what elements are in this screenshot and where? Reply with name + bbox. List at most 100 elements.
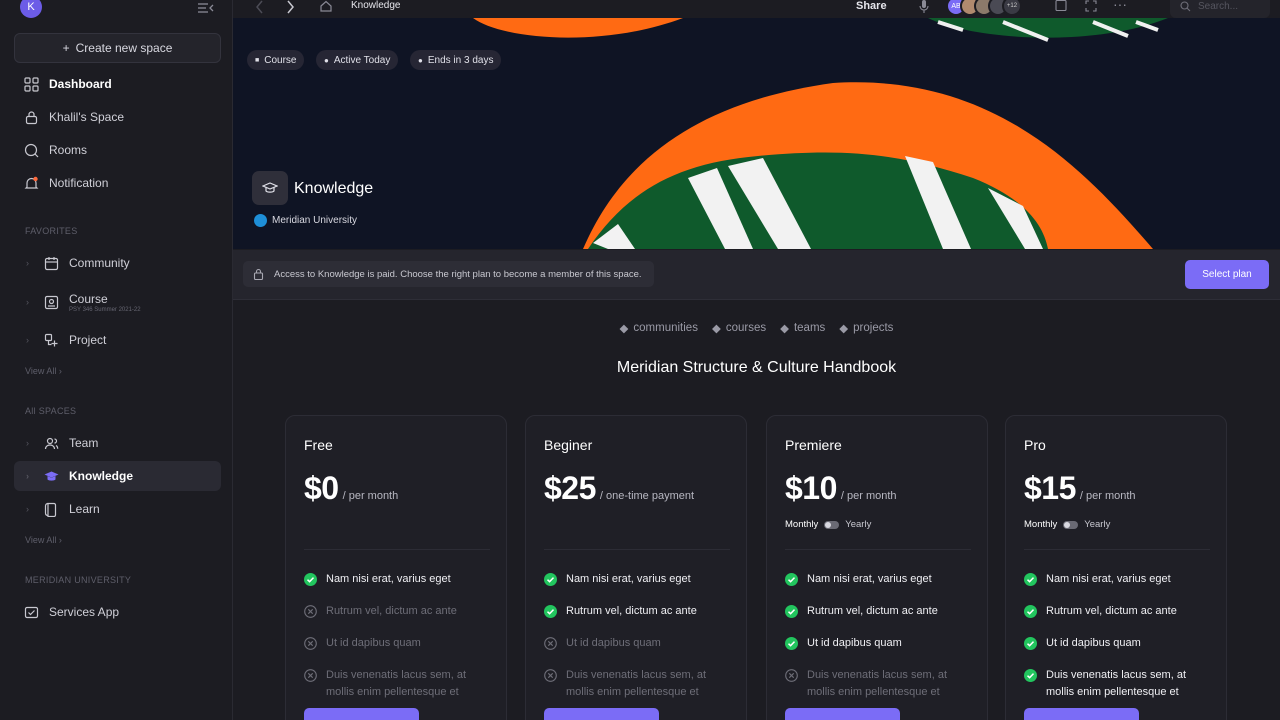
nav-dashboard[interactable]: Dashboard xyxy=(14,70,221,98)
check-circle-icon xyxy=(1024,571,1037,592)
feature-text: Ut id dapibus quam xyxy=(566,637,661,649)
share-button[interactable]: Share xyxy=(856,0,887,12)
member-avatars[interactable]: AB +12 xyxy=(946,0,1022,16)
spaces-view-all-link[interactable]: View All › xyxy=(25,535,62,545)
main-content: Knowledge Share AB +12 ··· Search... ■ C… xyxy=(233,0,1280,720)
favorites-view-all-link[interactable]: View All › xyxy=(25,366,62,376)
lock-icon xyxy=(253,268,264,280)
tag-icon: ◆ xyxy=(839,323,849,335)
choose-plan-button[interactable] xyxy=(1024,708,1139,720)
choose-plan-button[interactable] xyxy=(544,708,659,720)
feature-item: Ut id dapibus quam xyxy=(785,635,977,656)
space-knowledge[interactable]: › Knowledge xyxy=(14,461,221,491)
create-new-space-button[interactable]: + Create new space xyxy=(14,33,221,63)
tag-label: courses xyxy=(725,322,767,334)
feature-list: Nam nisi erat, varius eget Rutrum vel, d… xyxy=(544,571,736,712)
fav-community[interactable]: › Community xyxy=(14,249,221,277)
choose-plan-button[interactable] xyxy=(304,708,419,720)
feature-item: Duis venenatis lacus sem, at mollis enim… xyxy=(1024,667,1216,701)
x-circle-icon xyxy=(304,603,317,624)
price-period: / per month xyxy=(840,490,897,502)
feature-item: Ut id dapibus quam xyxy=(544,635,736,656)
space-knowledge-label: Knowledge xyxy=(69,469,134,483)
paid-access-notice: Access to Knowledge is paid. Choose the … xyxy=(243,261,654,287)
chevron-right-icon[interactable]: › xyxy=(26,438,34,448)
fav-course-label: Course xyxy=(69,291,108,306)
nav-rooms[interactable]: Rooms xyxy=(14,136,221,164)
search-box[interactable]: Search... xyxy=(1170,0,1270,18)
breadcrumb-current[interactable]: Knowledge xyxy=(351,0,400,11)
feature-item: Duis venenatis lacus sem, at mollis enim… xyxy=(304,667,496,701)
workspace-avatar[interactable]: K xyxy=(20,0,42,18)
sidebar: K + Create new space Dashboard Khalil's … xyxy=(0,0,233,720)
space-icon xyxy=(252,171,288,205)
check-circle-icon xyxy=(1024,667,1037,701)
tag-icon: ◆ xyxy=(780,323,789,335)
space-hero-banner: ■ Course ● Active Today ● Ends in 3 days… xyxy=(233,18,1280,249)
pricing-card-beginer: Beginer $25 / one-time payment Nam nisi … xyxy=(525,415,747,720)
check-circle-icon xyxy=(544,571,557,592)
billing-toggle[interactable] xyxy=(1063,520,1079,529)
space-learn-label: Learn xyxy=(69,502,100,516)
all-spaces-heading: All SPACES xyxy=(25,406,77,416)
billing-toggle[interactable] xyxy=(824,520,840,529)
select-plan-button[interactable]: Select plan xyxy=(1185,260,1269,289)
feature-item: Nam nisi erat, varius eget xyxy=(785,571,977,592)
price-value: $15 xyxy=(1024,470,1076,506)
tag[interactable]: ◆ projects xyxy=(839,321,893,335)
tag[interactable]: ◆ teams xyxy=(780,321,825,335)
chevron-right-icon[interactable]: › xyxy=(26,504,34,514)
more-options-icon[interactable]: ··· xyxy=(1113,0,1127,12)
bookmark-icon[interactable] xyxy=(1055,0,1067,11)
feature-item: Nam nisi erat, varius eget xyxy=(544,571,736,592)
chevron-right-icon[interactable]: › xyxy=(26,335,34,345)
price-value: $25 xyxy=(544,470,596,506)
tag-icon: ◆ xyxy=(619,323,629,335)
fav-course[interactable]: › Course PSY 346 Summer 2021-22 xyxy=(14,286,221,318)
project-icon xyxy=(44,333,58,346)
chat-icon xyxy=(24,143,39,157)
tag[interactable]: ◆ courses xyxy=(712,321,766,335)
timer-icon: ● xyxy=(418,55,423,65)
search-icon xyxy=(1180,0,1191,11)
feature-text: Duis venenatis lacus sem, at mollis enim… xyxy=(566,669,707,698)
choose-plan-button[interactable] xyxy=(785,708,900,720)
collapse-sidebar-icon[interactable] xyxy=(198,2,214,14)
pricing-card-pro: Pro $15 / per month Monthly Yearly Nam n… xyxy=(1005,415,1227,720)
check-square-icon xyxy=(24,606,39,618)
globe-icon xyxy=(254,214,267,227)
space-org[interactable]: Meridian University xyxy=(254,214,357,227)
x-circle-icon xyxy=(544,667,557,701)
feature-text: Rutrum vel, dictum ac ante xyxy=(807,605,938,617)
feature-text: Rutrum vel, dictum ac ante xyxy=(1046,605,1177,617)
check-circle-icon xyxy=(1024,603,1037,624)
space-learn[interactable]: › Learn xyxy=(14,495,221,523)
chevron-right-icon[interactable]: › xyxy=(26,297,34,307)
lock-icon xyxy=(25,110,38,124)
plan-price: $25 / one-time payment xyxy=(544,470,694,507)
feature-item: Rutrum vel, dictum ac ante xyxy=(1024,603,1216,624)
org-services-app[interactable]: Services App xyxy=(14,598,221,626)
nav-notification-label: Notification xyxy=(49,176,109,190)
chevron-right-icon[interactable]: › xyxy=(26,258,34,268)
feature-item: Rutrum vel, dictum ac ante xyxy=(304,603,496,624)
nav-notification[interactable]: Notification xyxy=(14,169,221,197)
feature-list: Nam nisi erat, varius eget Rutrum vel, d… xyxy=(785,571,977,712)
tag-icon: ◆ xyxy=(711,323,721,335)
back-arrow-icon[interactable] xyxy=(255,0,265,14)
nav-rooms-label: Rooms xyxy=(49,143,88,157)
nav-khalils-space[interactable]: Khalil's Space xyxy=(14,103,221,131)
chevron-right-icon[interactable]: › xyxy=(26,471,34,481)
tag[interactable]: ◆ communities xyxy=(620,321,698,335)
microphone-icon[interactable] xyxy=(919,0,929,13)
space-team[interactable]: › Team xyxy=(14,429,221,457)
fullscreen-icon[interactable] xyxy=(1085,0,1097,12)
home-icon[interactable] xyxy=(320,0,332,12)
fav-project[interactable]: › Project xyxy=(14,326,221,354)
forward-arrow-icon[interactable] xyxy=(285,0,295,14)
chip-course: ■ Course xyxy=(247,50,305,70)
space-title: Knowledge xyxy=(294,180,374,197)
feature-text: Ut id dapibus quam xyxy=(807,637,902,649)
calendar-icon xyxy=(44,256,59,270)
plan-price: $0 / per month xyxy=(304,470,398,507)
